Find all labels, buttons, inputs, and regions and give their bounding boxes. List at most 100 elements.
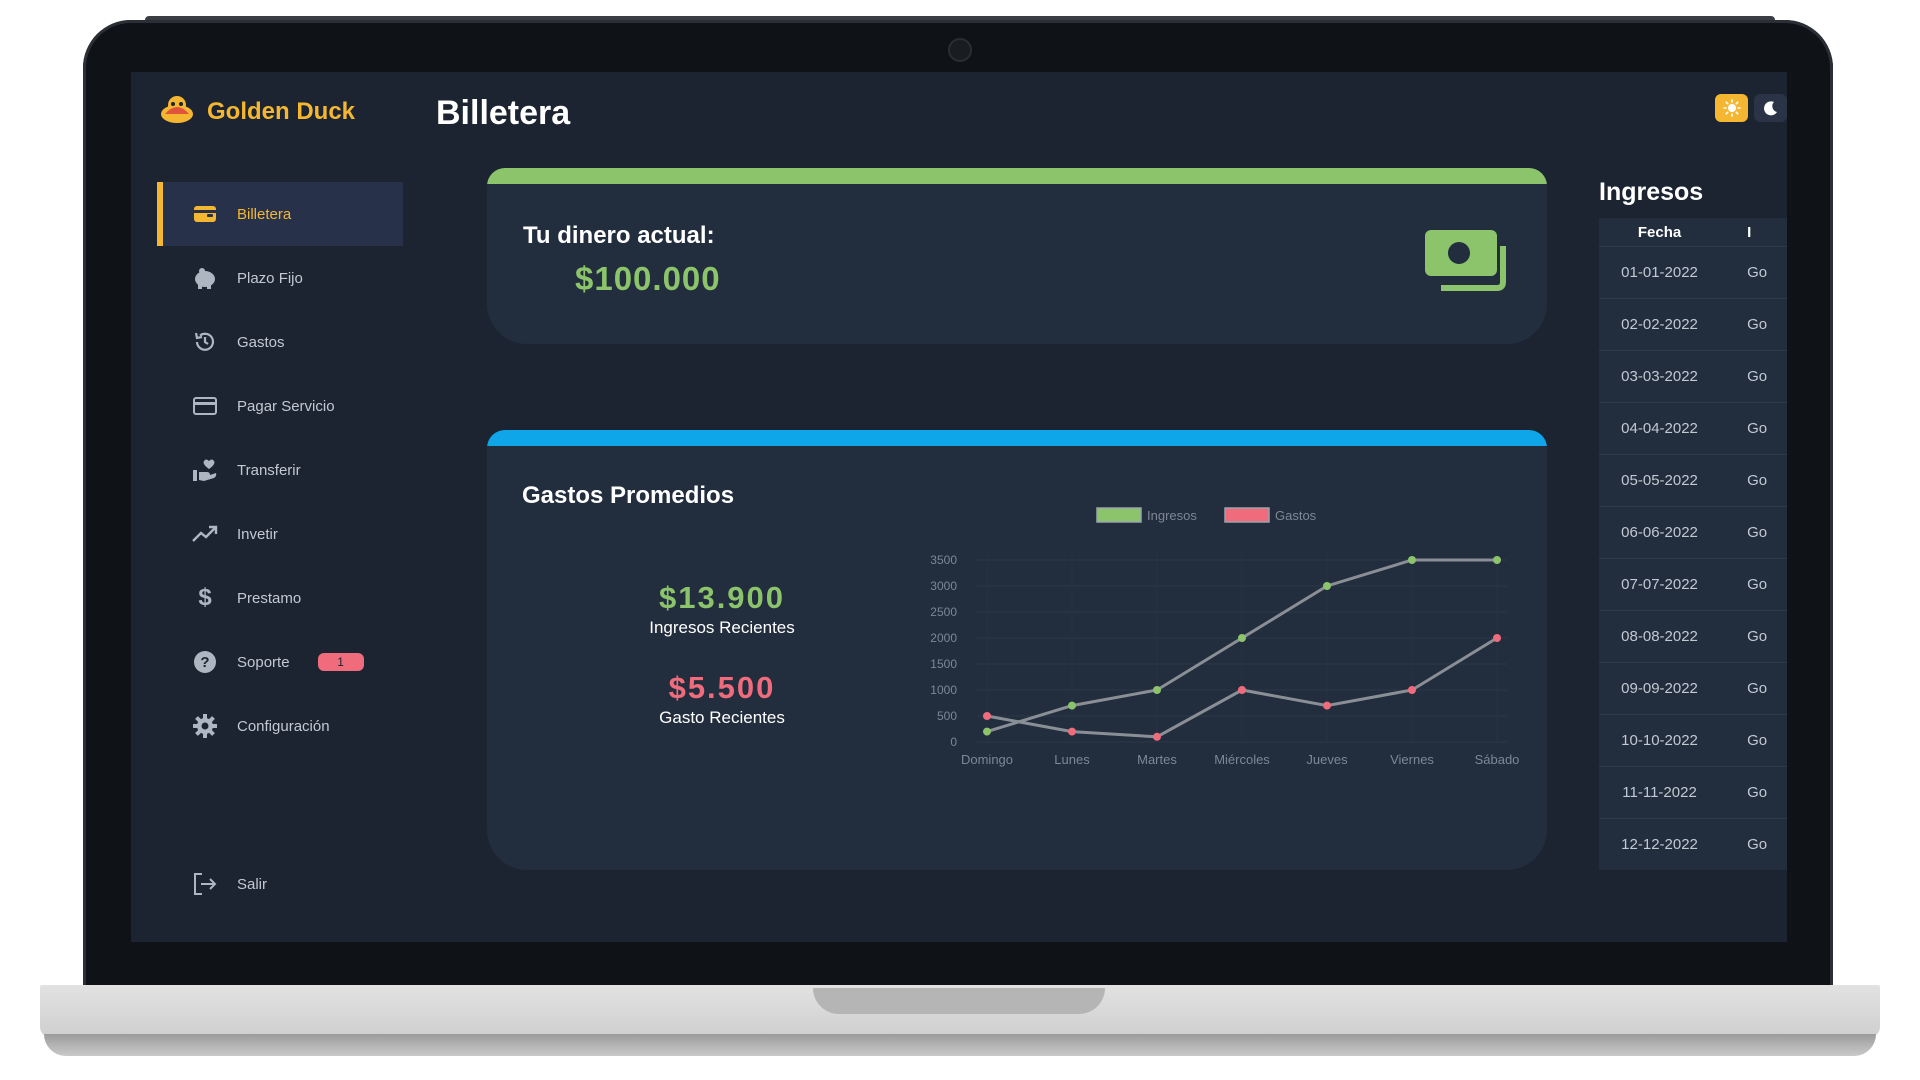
row-date: 10-10-2022 — [1621, 732, 1698, 749]
data-point — [1153, 686, 1161, 694]
row-description: Go — [1747, 368, 1768, 385]
row-description: Go — [1747, 680, 1768, 697]
table-row[interactable]: 06-06-2022 Go — [1599, 506, 1787, 558]
table-row[interactable]: 02-02-2022 Go — [1599, 298, 1787, 350]
expense-label: Gasto Recientes — [659, 708, 785, 727]
data-point — [1238, 634, 1246, 642]
laptop-base-bottom — [44, 1034, 1876, 1056]
row-description: Go — [1747, 316, 1768, 333]
sidebar-item-invetir[interactable]: Invetir — [157, 502, 403, 566]
dark-mode-button[interactable] — [1754, 94, 1787, 122]
sidebar-item-pagar-servicio[interactable]: Pagar Servicio — [157, 374, 403, 438]
y-tick-label: 3500 — [930, 553, 957, 567]
row-description: Go — [1747, 732, 1768, 749]
sidebar-item-transferir[interactable]: Transferir — [157, 438, 403, 502]
column-header-date: Fecha — [1637, 223, 1682, 241]
help-icon: ? — [191, 648, 219, 676]
y-tick-label: 2500 — [930, 605, 957, 619]
x-tick-label: Sábado — [1475, 752, 1520, 767]
y-tick-label: 1000 — [930, 683, 957, 697]
sidebar-item-label: Plazo Fijo — [237, 269, 303, 287]
x-tick-label: Martes — [1137, 752, 1177, 767]
app-screen: Golden Duck Billetera Billetera Plazo Fi… — [131, 72, 1787, 942]
data-point — [1323, 701, 1331, 710]
income-table: Fecha I 01-01-2022 Go 02-02-2022 Go 03-03-20… — [1599, 218, 1787, 870]
table-row[interactable]: 01-01-2022 Go — [1599, 246, 1787, 298]
row-description: Go — [1747, 472, 1768, 489]
income-panel: Ingresos Fecha I 01-01-2022 Go 02-02-2022 G… — [1599, 168, 1787, 870]
data-point — [983, 712, 991, 720]
hand-heart-icon — [191, 456, 219, 484]
table-row[interactable]: 09-09-2022 Go — [1599, 662, 1787, 714]
camera — [948, 38, 972, 62]
notification-badge: 1 — [317, 653, 364, 671]
income-table-title: Ingresos — [1599, 178, 1704, 206]
theme-toggle[interactable] — [1715, 94, 1787, 122]
balance-label: Tu dinero actual: — [523, 222, 715, 249]
legend-swatch — [1224, 507, 1270, 523]
row-date: 12-12-2022 — [1621, 836, 1698, 853]
data-point — [1493, 556, 1501, 564]
moon-icon — [1763, 101, 1777, 116]
row-date: 07-07-2022 — [1621, 576, 1698, 593]
sidebar-item-label: Billetera — [237, 205, 292, 223]
sidebar-item-gastos[interactable]: Gastos — [157, 310, 403, 374]
row-date: 04-04-2022 — [1621, 420, 1698, 437]
data-point — [1068, 701, 1076, 710]
data-point — [1493, 634, 1501, 642]
row-description: Go — [1747, 576, 1768, 593]
dollar-icon: $ — [198, 584, 212, 611]
y-tick-label: 2000 — [930, 631, 957, 645]
data-point — [1408, 556, 1416, 564]
sidebar-item-soporte[interactable]: ? Soporte 1 — [157, 630, 403, 694]
x-tick-label: Jueves — [1306, 752, 1348, 767]
sidebar-item-billetera[interactable]: Billetera — [157, 182, 403, 246]
table-row[interactable]: 03-03-2022 Go — [1599, 350, 1787, 402]
light-mode-button[interactable] — [1715, 94, 1748, 122]
row-description: Go — [1747, 628, 1768, 645]
wallet-icon — [191, 200, 219, 228]
sidebar-item-label: Pagar Servicio — [237, 397, 335, 415]
table-row[interactable]: 08-08-2022 Go — [1599, 610, 1787, 662]
y-tick-label: 0 — [950, 735, 957, 749]
row-description: Go — [1747, 264, 1768, 281]
table-row[interactable]: 04-04-2022 Go — [1599, 402, 1787, 454]
legend-swatch — [1096, 507, 1142, 523]
row-date: 06-06-2022 — [1621, 524, 1698, 541]
income-summary: $13.900 Ingresos Recientes — [617, 580, 827, 638]
x-tick-label: Domingo — [961, 752, 1013, 767]
averages-title: Gastos Promedios — [522, 482, 735, 509]
sidebar-item-configuracion[interactable]: Configuración — [157, 694, 403, 758]
row-date: 08-08-2022 — [1621, 628, 1698, 645]
table-row[interactable]: 05-05-2022 Go — [1599, 454, 1787, 506]
line-chart: 0 500 1000 1500 2000 2500 3000 3500 Domingo Lunes… — [930, 507, 1520, 767]
history-icon — [191, 328, 219, 356]
row-description: Go — [1747, 784, 1768, 801]
column-header-description: I — [1747, 223, 1752, 241]
sidebar-item-label: Invetir — [237, 525, 278, 543]
svg-text:?: ? — [200, 654, 209, 671]
balance-value: $100.000 — [575, 260, 721, 297]
row-date: 01-01-2022 — [1621, 264, 1698, 281]
sidebar-item-prestamo[interactable]: $ Prestamo — [157, 566, 403, 630]
balance-card: Tu dinero actual: $100.000 — [487, 168, 1547, 344]
x-tick-label: Miércoles — [1214, 752, 1270, 767]
row-date: 11-11-2022 — [1622, 784, 1697, 801]
expense-value: $5.500 — [668, 670, 776, 705]
sidebar-item-plazo-fijo[interactable]: Plazo Fijo — [157, 246, 403, 310]
logout-button[interactable]: Salir — [157, 852, 403, 916]
data-point — [1153, 732, 1161, 741]
x-tick-label: Viernes — [1390, 752, 1434, 767]
row-description: Go — [1747, 420, 1768, 437]
table-header: Fecha I — [1599, 218, 1787, 246]
table-row[interactable]: 07-07-2022 Go — [1599, 558, 1787, 610]
income-value: $13.900 — [658, 580, 786, 615]
table-row[interactable]: 12-12-2022 Go — [1599, 818, 1787, 870]
table-row[interactable]: 10-10-2022 Go — [1599, 714, 1787, 766]
brand[interactable]: Golden Duck — [159, 94, 355, 129]
trending-up-icon — [191, 520, 219, 548]
table-row[interactable]: 11-11-2022 Go — [1599, 766, 1787, 818]
income-label: Ingresos Recientes — [649, 618, 795, 637]
logout-icon — [191, 870, 219, 898]
sidebar-item-label: Prestamo — [237, 589, 302, 607]
